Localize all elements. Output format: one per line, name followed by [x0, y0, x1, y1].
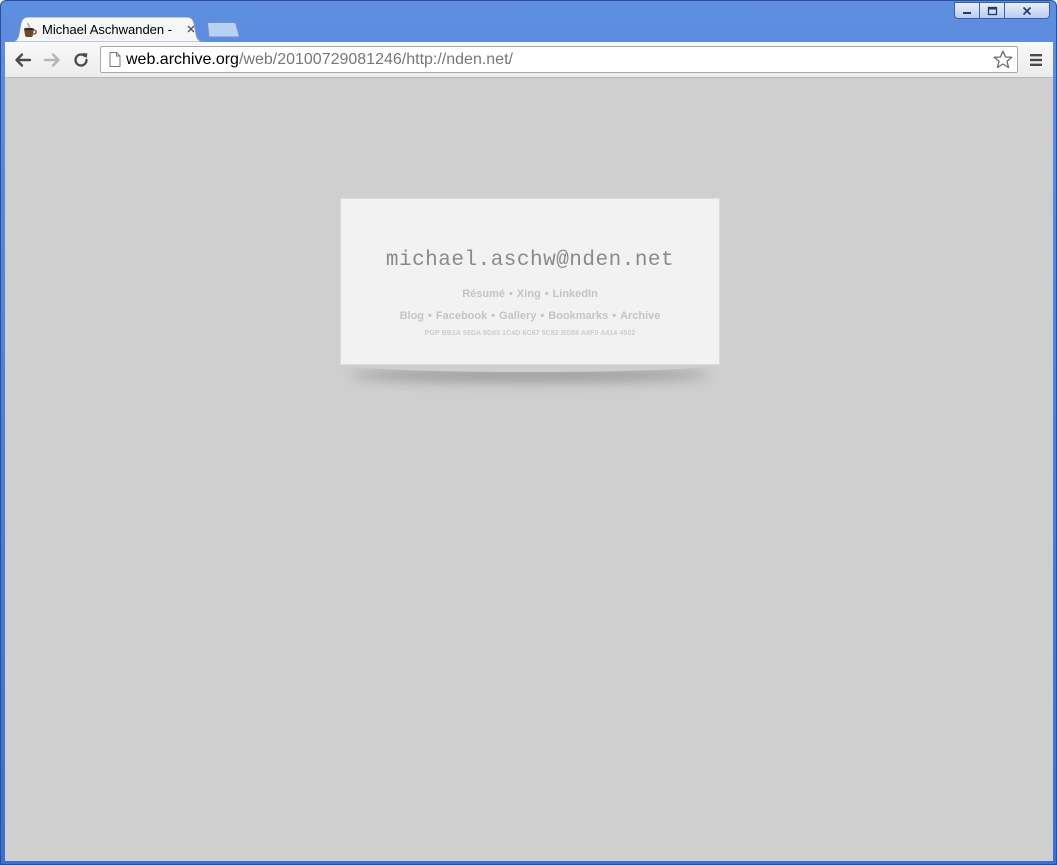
- minimize-icon: [963, 11, 971, 14]
- address-bar[interactable]: web.archive.org/web/20100729081246/http:…: [100, 46, 1018, 73]
- new-tab-button[interactable]: [207, 22, 240, 38]
- separator: •: [509, 288, 513, 300]
- link-facebook[interactable]: Facebook: [436, 310, 487, 322]
- reload-icon: [74, 53, 88, 67]
- link-resume[interactable]: Résumé: [462, 288, 505, 300]
- email-address[interactable]: michael.aschw@nden.net: [341, 249, 719, 272]
- url-host: web.archive.org: [126, 51, 239, 68]
- separator: •: [612, 310, 617, 322]
- browser-window: Michael Aschwanden - web.archive.org/web…: [0, 0, 1057, 865]
- tab-title: Michael Aschwanden -: [42, 22, 173, 37]
- links-row-2: Blog • Facebook • Gallery • Bookmarks • Archive: [341, 310, 719, 322]
- business-card: michael.aschw@nden.net Résumé • Xing • Linke…: [340, 198, 720, 365]
- window-controls: [954, 2, 1050, 19]
- close-window-button[interactable]: [1005, 2, 1050, 19]
- separator: •: [544, 288, 549, 300]
- separator: •: [491, 310, 496, 322]
- page-icon: [109, 52, 121, 67]
- forward-button[interactable]: [40, 48, 64, 72]
- separator: •: [428, 310, 432, 322]
- separator: •: [540, 310, 545, 322]
- link-archive[interactable]: Archive: [620, 310, 660, 322]
- link-blog[interactable]: Blog: [400, 310, 424, 322]
- link-bookmarks[interactable]: Bookmarks: [548, 310, 608, 322]
- minimize-button[interactable]: [954, 2, 980, 19]
- tab-close-icon[interactable]: [185, 23, 197, 35]
- links-row-1: Résumé • Xing • LinkedIn: [341, 288, 719, 300]
- reload-button[interactable]: [69, 48, 93, 72]
- page-viewport: michael.aschw@nden.net Résumé • Xing • Linke…: [5, 78, 1053, 861]
- back-arrow-icon: [15, 53, 32, 67]
- coffee-cup-icon: [24, 22, 37, 37]
- close-icon: [1022, 6, 1032, 15]
- url-path: /web/20100729081246/http://nden.net/: [238, 51, 513, 68]
- maximize-button[interactable]: [980, 2, 1005, 19]
- bookmark-star-icon[interactable]: [993, 50, 1013, 69]
- url-text[interactable]: web.archive.org/web/20100729081246/http:…: [126, 51, 513, 69]
- tab-active[interactable]: Michael Aschwanden -: [10, 17, 205, 42]
- link-gallery[interactable]: Gallery: [499, 310, 536, 322]
- menu-icon[interactable]: [1027, 51, 1045, 69]
- pgp-fingerprint: PGP BB1A 58DA 9D83 1C4D 6C67 5C82 BD88 A…: [424, 330, 636, 337]
- back-button[interactable]: [11, 48, 35, 72]
- browser-toolbar: web.archive.org/web/20100729081246/http:…: [5, 42, 1053, 78]
- link-xing[interactable]: Xing: [517, 288, 541, 300]
- forward-arrow-icon: [43, 53, 60, 67]
- maximize-icon: [987, 6, 997, 15]
- link-linkedin[interactable]: LinkedIn: [553, 288, 598, 300]
